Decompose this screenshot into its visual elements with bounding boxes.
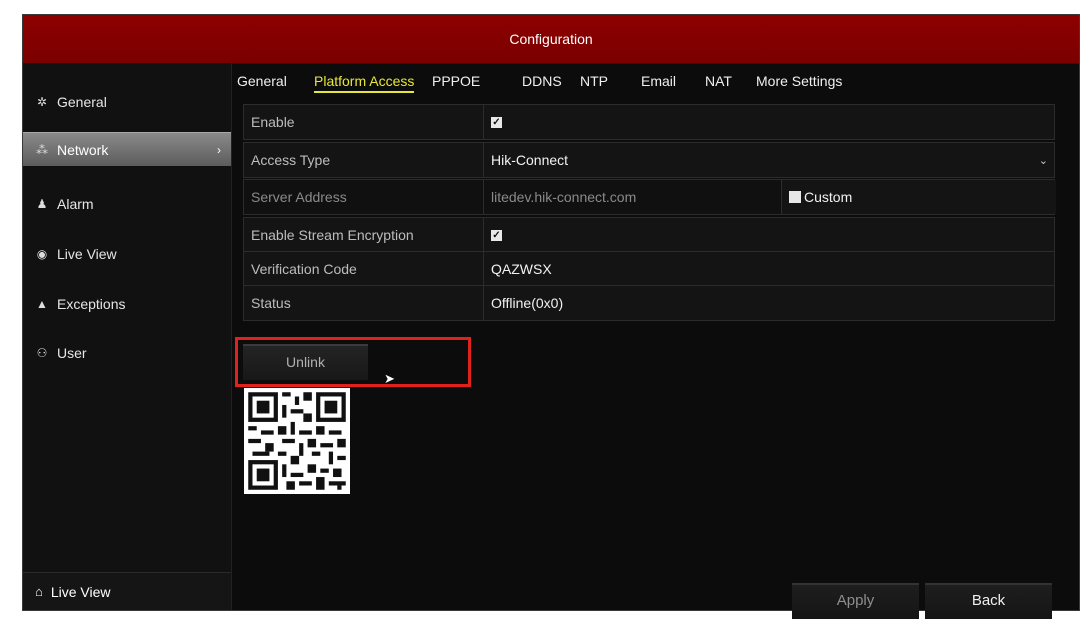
sidebar-item-alarm[interactable]: ♟ Alarm bbox=[23, 187, 231, 221]
sidebar-item-label: User bbox=[57, 345, 87, 361]
sidebar-item-exceptions[interactable]: ▲ Exceptions bbox=[23, 287, 231, 321]
apply-button[interactable]: Apply bbox=[792, 583, 919, 619]
server-address-label: Server Address bbox=[244, 180, 484, 214]
tab-nat[interactable]: NAT bbox=[705, 73, 732, 89]
custom-checkbox[interactable] bbox=[789, 191, 801, 203]
network-icon: ⁂ bbox=[36, 142, 48, 157]
sidebar-bottom-label: Live View bbox=[50, 583, 111, 600]
stream-encryption-checkbox[interactable]: ✓ bbox=[491, 229, 502, 241]
sidebar-live-view-button[interactable]: ⌂ Live View bbox=[23, 572, 231, 610]
sidebar-item-label: Live View bbox=[57, 246, 117, 262]
sidebar-item-network[interactable]: ⁂ Network › bbox=[23, 132, 231, 166]
window-title: Configuration bbox=[23, 15, 1079, 64]
enable-checkbox[interactable]: ✓ bbox=[491, 116, 502, 128]
eye-icon: ◉ bbox=[36, 247, 48, 261]
sidebar-item-label: Network bbox=[57, 141, 109, 158]
stream-encryption-label: Enable Stream Encryption bbox=[244, 218, 484, 252]
tab-ddns[interactable]: DDNS bbox=[522, 73, 562, 89]
main-panel: General Platform Access PPPOE DDNS NTP E… bbox=[232, 63, 1079, 619]
alarm-icon: ♟ bbox=[36, 197, 48, 211]
stream-encryption-row: Enable Stream Encryption ✓ bbox=[243, 217, 1055, 253]
tab-ntp[interactable]: NTP bbox=[580, 73, 608, 89]
chevron-down-icon: ⌄ bbox=[1038, 154, 1048, 167]
sidebar-item-label: General bbox=[57, 94, 107, 110]
custom-checkbox-area[interactable]: Custom bbox=[781, 180, 1056, 214]
qr-code bbox=[244, 388, 350, 494]
tab-pppoe[interactable]: PPPOE bbox=[432, 73, 480, 89]
tab-more-settings[interactable]: More Settings bbox=[756, 73, 842, 89]
tab-email[interactable]: Email bbox=[641, 73, 676, 89]
sidebar: ✲ General ⁂ Network › ♟ Alarm ◉ Live Vie… bbox=[23, 63, 232, 610]
sidebar-item-user[interactable]: ⚇ User bbox=[23, 336, 231, 370]
status-label: Status bbox=[244, 286, 484, 320]
sidebar-item-label: Exceptions bbox=[57, 296, 126, 312]
access-type-row[interactable]: Access Type Hik-Connect ⌄ bbox=[243, 142, 1055, 178]
verification-code-field[interactable]: QAZWSX bbox=[484, 252, 1054, 286]
verification-code-row: Verification Code QAZWSX bbox=[243, 251, 1055, 287]
sidebar-item-label: Alarm bbox=[57, 196, 94, 212]
back-button[interactable]: Back bbox=[925, 583, 1052, 619]
sidebar-item-general[interactable]: ✲ General bbox=[23, 85, 231, 119]
configuration-window: Configuration ✲ General ⁂ Network › ♟ Al… bbox=[22, 14, 1080, 619]
verification-code-label: Verification Code bbox=[244, 252, 484, 286]
enable-row: Enable ✓ bbox=[243, 104, 1055, 140]
user-icon: ⚇ bbox=[36, 346, 48, 360]
enable-label: Enable bbox=[244, 105, 484, 139]
tab-bar: General Platform Access PPPOE DDNS NTP E… bbox=[232, 63, 1079, 99]
gear-icon: ✲ bbox=[36, 95, 48, 109]
sidebar-item-live-view[interactable]: ◉ Live View bbox=[23, 237, 231, 271]
server-address-row: Server Address litedev.hik-connect.com C… bbox=[243, 179, 1056, 215]
access-type-select[interactable]: Hik-Connect bbox=[484, 143, 1054, 177]
chevron-right-icon: › bbox=[217, 142, 221, 157]
home-icon: ⌂ bbox=[35, 584, 43, 599]
custom-label: Custom bbox=[804, 189, 853, 205]
status-value: Offline(0x0) bbox=[491, 295, 564, 311]
access-type-label: Access Type bbox=[244, 143, 484, 177]
tab-platform-access[interactable]: Platform Access bbox=[314, 73, 415, 93]
status-row: Status Offline(0x0) bbox=[243, 285, 1055, 321]
tab-general[interactable]: General bbox=[237, 73, 287, 89]
warning-icon: ▲ bbox=[36, 297, 48, 311]
unlink-button[interactable]: Unlink bbox=[243, 344, 368, 380]
mouse-cursor-icon: ➤ bbox=[384, 371, 395, 386]
